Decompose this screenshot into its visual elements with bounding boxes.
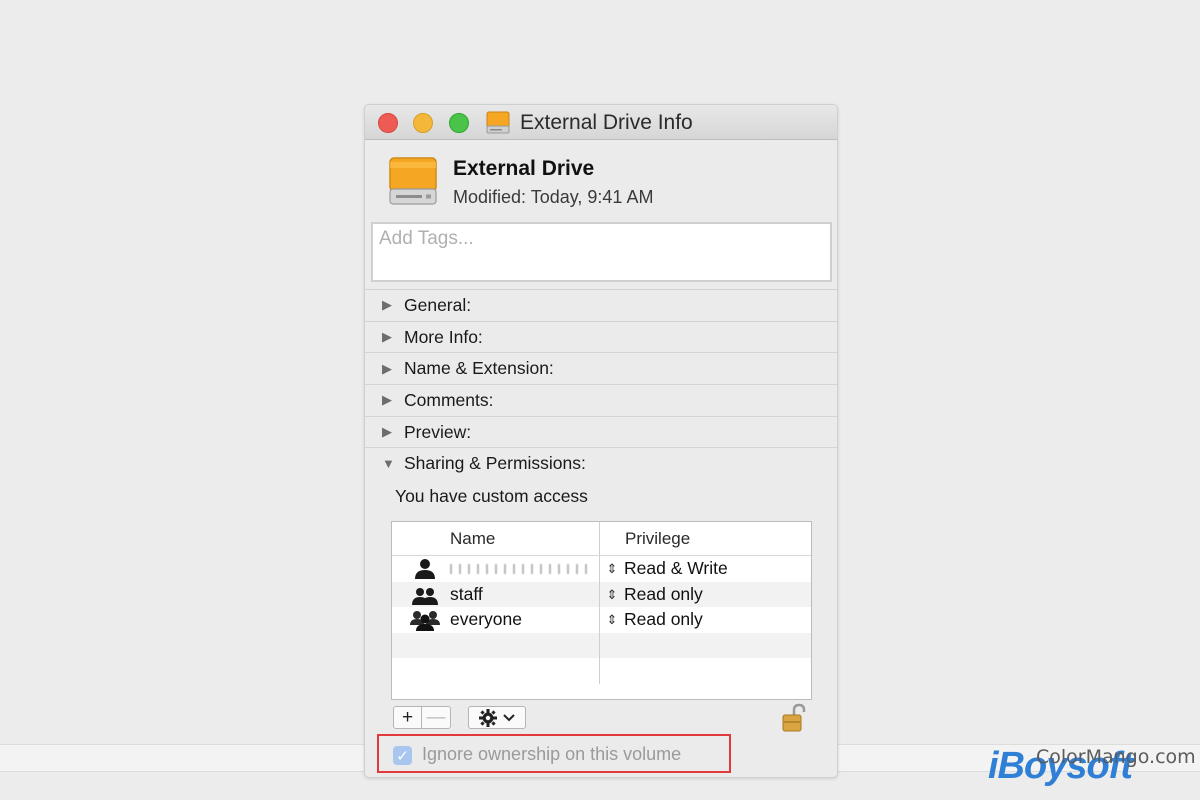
section-label: Comments: [404, 389, 494, 410]
section-more-info[interactable]: ▶ More Info: [365, 320, 837, 353]
minimize-button[interactable] [413, 113, 433, 133]
disclosure-triangle-icon[interactable]: ▶ [382, 392, 404, 408]
section-label: Name & Extension: [404, 358, 554, 379]
disclosure-triangle-icon[interactable]: ▶ [382, 297, 404, 313]
unlocked-lock-icon[interactable] [781, 703, 807, 733]
privilege-popup[interactable]: ⇕ Read only [600, 607, 811, 633]
section-sharing-permissions[interactable]: ▼ Sharing & Permissions: [365, 447, 837, 479]
drive-icon [389, 157, 437, 205]
privilege-value: Read & Write [624, 558, 728, 579]
ignore-ownership-label[interactable]: Ignore ownership on this volume [422, 744, 681, 765]
section-preview[interactable]: ▶ Preview: [365, 415, 837, 448]
disclosure-triangle-icon[interactable]: ▶ [382, 329, 404, 345]
everyone-icon [410, 611, 440, 631]
table-row[interactable]: staff ⇕ Read only [392, 581, 811, 608]
info-window: External Drive Info External Drive Modif… [364, 104, 838, 778]
section-label: General: [404, 294, 472, 315]
empty-row [392, 632, 811, 658]
ignore-ownership-checkbox[interactable]: ✓ [393, 746, 412, 765]
add-user-button[interactable]: + [393, 706, 422, 729]
up-down-arrows-icon: ⇕ [606, 561, 618, 577]
watermark-overlay: ColorMango.com [1036, 746, 1196, 768]
info-sections: ▶ General: ▶ More Info: ▶ Name & Extensi… [365, 289, 837, 479]
modified-date: Modified: Today, 9:41 AM [453, 187, 654, 207]
highlight-box: ✓ Ignore ownership on this volume [377, 734, 731, 773]
close-button[interactable] [378, 113, 398, 133]
drive-name: External Drive [453, 157, 595, 180]
table-header: Name Privilege [392, 522, 811, 556]
privilege-popup[interactable]: ⇕ Read & Write [600, 556, 811, 582]
table-row[interactable]: everyone ⇕ Read only [392, 607, 811, 633]
window-title: External Drive Info [520, 111, 693, 134]
table-row[interactable]: ⇕ Read & Write [392, 556, 811, 582]
section-name-extension[interactable]: ▶ Name & Extension: [365, 352, 837, 384]
watermark: iBoysoft ColorMango.com [988, 742, 1196, 788]
group-icon [412, 587, 438, 605]
tags-field[interactable]: Add Tags... [371, 222, 832, 282]
zoom-button[interactable] [449, 113, 469, 133]
user-name: staff [450, 583, 483, 604]
disclosure-triangle-expanded-icon[interactable]: ▼ [382, 456, 404, 471]
section-comments[interactable]: ▶ Comments: [365, 384, 837, 416]
access-text: You have custom access [395, 486, 588, 506]
disclosure-triangle-icon[interactable]: ▶ [382, 424, 404, 440]
title-bar[interactable]: External Drive Info [365, 105, 837, 140]
external-drive-icon [486, 111, 510, 134]
single-user-icon [415, 559, 435, 579]
column-header-name[interactable]: Name [392, 522, 600, 555]
permissions-table: Name Privilege ⇕ Read & Write staff ⇕ Re… [391, 521, 812, 700]
up-down-arrows-icon: ⇕ [606, 612, 618, 628]
redacted-user-name [450, 564, 590, 574]
up-down-arrows-icon: ⇕ [606, 586, 618, 602]
gear-icon [479, 708, 497, 727]
user-name: everyone [450, 609, 522, 630]
section-label: More Info: [404, 326, 483, 347]
action-menu-button[interactable] [468, 706, 526, 729]
disclosure-triangle-icon[interactable]: ▶ [382, 361, 404, 377]
empty-row [392, 658, 811, 684]
column-header-privilege[interactable]: Privilege [600, 522, 811, 555]
privilege-value: Read only [624, 609, 703, 630]
privilege-popup[interactable]: ⇕ Read only [600, 582, 811, 608]
section-label: Sharing & Permissions: [404, 453, 586, 474]
section-general[interactable]: ▶ General: [365, 289, 837, 321]
chevron-down-icon [503, 713, 515, 721]
section-label: Preview: [404, 421, 472, 442]
remove-user-button[interactable]: — [422, 706, 451, 729]
privilege-value: Read only [624, 583, 703, 604]
